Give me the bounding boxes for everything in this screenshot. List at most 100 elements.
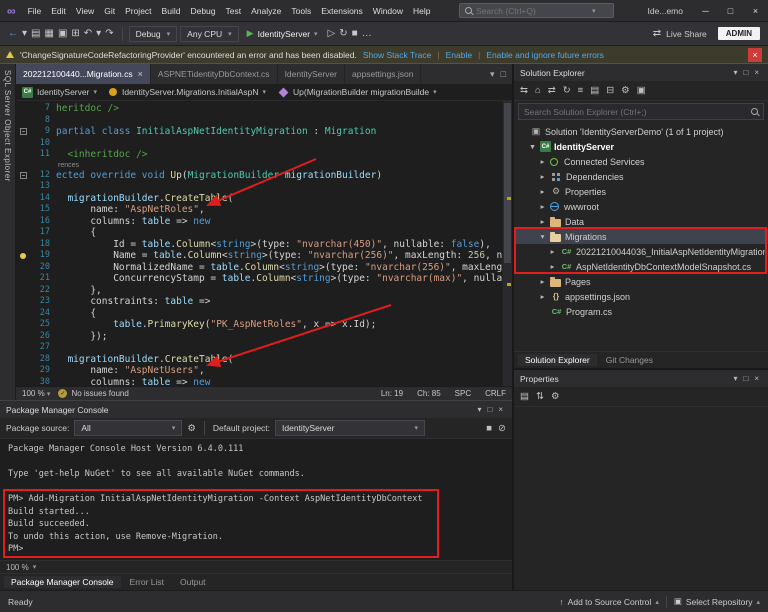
chevron-right-icon[interactable]: ▸ <box>538 157 547 166</box>
back-icon[interactable]: ← <box>6 28 20 39</box>
menu-project[interactable]: Project <box>120 6 156 16</box>
bottom-tab-1[interactable]: Package Manager Console <box>4 576 121 588</box>
switch-views-icon[interactable]: ⇆ <box>520 85 528 96</box>
more-commands-icon[interactable]: … <box>360 28 374 39</box>
code-line[interactable]: 18 Id = table.Column<string>(type: "nvar… <box>16 239 502 251</box>
code-line[interactable]: 24 { <box>16 308 502 320</box>
tree-item-6[interactable]: ▸ Data <box>514 214 768 229</box>
breadcrumb-item-3[interactable]: Up(MigrationBuilder migrationBuilde ▾ <box>278 87 437 98</box>
editor-tab-1[interactable]: 202212100440...Migration.cs × <box>16 64 151 84</box>
dropdown-icon[interactable]: ▾ <box>730 374 740 383</box>
live-share-button[interactable]: ⇄ Live Share <box>651 28 707 39</box>
code-line[interactable]: 30 columns: table => new <box>16 377 502 387</box>
package-source-dropdown[interactable]: All ▾ <box>74 420 183 436</box>
undo-icon[interactable]: ↶ <box>82 28 94 39</box>
dropdown-icon[interactable]: ▾ <box>730 68 740 77</box>
chevron-right-icon[interactable]: ▸ <box>538 187 547 196</box>
tree-item-12[interactable]: C# Program.cs <box>514 304 768 319</box>
code-line[interactable]: 22 }, <box>16 285 502 297</box>
code-line[interactable]: 12 ected override void Up(MigrationBuilde… <box>16 170 502 182</box>
maximize-icon[interactable]: □ <box>740 68 751 77</box>
code-line[interactable]: 26 }); <box>16 331 502 343</box>
close-icon[interactable]: × <box>751 68 762 77</box>
sql-server-object-explorer-tab[interactable]: SQL Server Object Explorer <box>0 64 16 400</box>
lightbulb-icon[interactable] <box>20 252 26 259</box>
start-debugging-button[interactable]: ▶ IdentityServer ▾ <box>242 25 323 43</box>
solution-explorer-search-box[interactable] <box>518 103 764 120</box>
code-line[interactable]: 21 ConcurrencyStamp = table.Column<strin… <box>16 273 502 285</box>
new-file-icon[interactable]: ▤ <box>29 28 42 39</box>
gear-icon[interactable]: ⚙ <box>187 423 196 434</box>
explorer-tab-1[interactable]: Solution Explorer <box>518 354 597 366</box>
start-without-debugging-icon[interactable]: ▷ <box>326 28 338 39</box>
chevron-right-icon[interactable]: ▸ <box>548 262 557 271</box>
spaces-indicator[interactable]: SPC <box>455 389 471 398</box>
clear-console-icon[interactable]: ⊘ <box>498 423 506 434</box>
maximize-icon[interactable]: □ <box>740 374 751 383</box>
save-icon[interactable]: ▣ <box>56 28 69 39</box>
codelens-references[interactable]: rences <box>16 161 502 170</box>
home-icon[interactable]: ⌂ <box>535 85 541 96</box>
tree-item-7[interactable]: ▾ Migrations <box>514 229 768 244</box>
add-to-source-control-button[interactable]: ↑ Add to Source Control ▴ <box>559 597 658 607</box>
tree-item-2[interactable]: ▸ Connected Services <box>514 154 768 169</box>
tree-item-3[interactable]: ▸ Dependencies <box>514 169 768 184</box>
nest-icon[interactable]: ≡ <box>578 85 584 96</box>
chevron-right-icon[interactable]: ▸ <box>538 202 547 211</box>
menu-extensions[interactable]: Extensions <box>316 6 368 16</box>
code-line[interactable]: 9 partial class InitialAspNetIdentityMigr… <box>16 126 502 138</box>
code-line[interactable]: 29 name: "AspNetUsers", <box>16 365 502 377</box>
chevron-down-icon[interactable]: ▾ <box>528 142 537 151</box>
editor-scrollbar[interactable] <box>502 101 512 386</box>
window-layout-icon[interactable]: □ <box>501 69 506 79</box>
maximize-icon[interactable]: □ <box>484 405 495 414</box>
show-stack-trace-link[interactable]: Show Stack Trace <box>363 50 432 60</box>
console-title-bar[interactable]: Package Manager Console ▾ □ × <box>0 401 512 418</box>
menu-help[interactable]: Help <box>408 6 435 16</box>
code-editor[interactable]: 7 heritdoc /> 8 9 partial class InitialAspNe… <box>16 101 512 386</box>
breadcrumb-item-2[interactable]: IdentityServer.Migrations.InitialAspN ▾ <box>108 87 266 98</box>
code-line[interactable]: 20 NormalizedName = table.Column<string>… <box>16 262 502 274</box>
code-line[interactable]: 10 <box>16 138 502 150</box>
default-project-dropdown[interactable]: IdentityServer ▾ <box>275 420 426 436</box>
alphabetical-icon[interactable]: ⇅ <box>536 391 544 402</box>
chevron-right-icon[interactable]: ▸ <box>538 277 547 286</box>
tree-item-9[interactable]: ▸ C# AspNetIdentityDbContextModelSnapshot.… <box>514 259 768 274</box>
tree-item-8[interactable]: ▸ C# 20221210044036_InitialAspNetIdentityM… <box>514 244 768 259</box>
chevron-right-icon[interactable]: ▸ <box>538 292 547 301</box>
close-icon[interactable]: × <box>748 47 762 62</box>
enable-ignore-link[interactable]: Enable and ignore future errors <box>486 50 604 60</box>
code-line[interactable]: 27 <box>16 342 502 354</box>
refresh-icon[interactable]: ↻ <box>563 85 571 96</box>
menu-debug[interactable]: Debug <box>185 6 220 16</box>
dropdown-icon[interactable]: ▾ <box>474 405 484 414</box>
fold-icon[interactable] <box>19 171 27 179</box>
open-file-icon[interactable]: ▦ <box>42 28 55 39</box>
code-line[interactable]: 7 heritdoc /> <box>16 103 502 115</box>
chevron-down-icon[interactable]: ▾ <box>538 232 547 241</box>
hot-reload-icon[interactable]: ↻ <box>337 28 349 39</box>
solution-platform-dropdown[interactable]: Any CPU ▾ <box>180 25 239 42</box>
close-icon[interactable]: × <box>743 0 768 21</box>
show-all-files-icon[interactable]: ▤ <box>590 85 599 96</box>
issues-indicator[interactable]: ✓ No issues found <box>58 389 129 398</box>
code-line[interactable]: 25 table.PrimaryKey("PK_AspNetRoles", x … <box>16 319 502 331</box>
code-line[interactable]: 15 name: "AspNetRoles", <box>16 204 502 216</box>
menu-test[interactable]: Test <box>221 6 247 16</box>
menu-git[interactable]: Git <box>99 6 120 16</box>
editor-tab-2[interactable]: ASPNETidentityDbContext.cs <box>151 64 278 84</box>
code-line[interactable]: 23 constraints: table => <box>16 296 502 308</box>
minimize-icon[interactable]: ─ <box>693 0 718 21</box>
menu-file[interactable]: File <box>23 6 47 16</box>
properties-title-bar[interactable]: Properties ▾ □ × <box>514 370 768 387</box>
editor-zoom-dropdown[interactable]: 100 % ▾ <box>22 389 50 398</box>
code-line[interactable]: 28 migrationBuilder.CreateTable( <box>16 354 502 366</box>
chevron-right-icon[interactable]: ▸ <box>538 172 547 181</box>
editor-tab-4[interactable]: appsettings.json <box>345 64 422 84</box>
line-ending-indicator[interactable]: CRLF <box>485 389 506 398</box>
tree-item-5[interactable]: ▸ wwwroot <box>514 199 768 214</box>
redo-icon[interactable]: ↷ <box>103 28 115 39</box>
preview-icon[interactable]: ▣ <box>637 85 646 96</box>
search-input[interactable] <box>476 5 589 16</box>
code-line[interactable]: 16 columns: table => new <box>16 216 502 228</box>
